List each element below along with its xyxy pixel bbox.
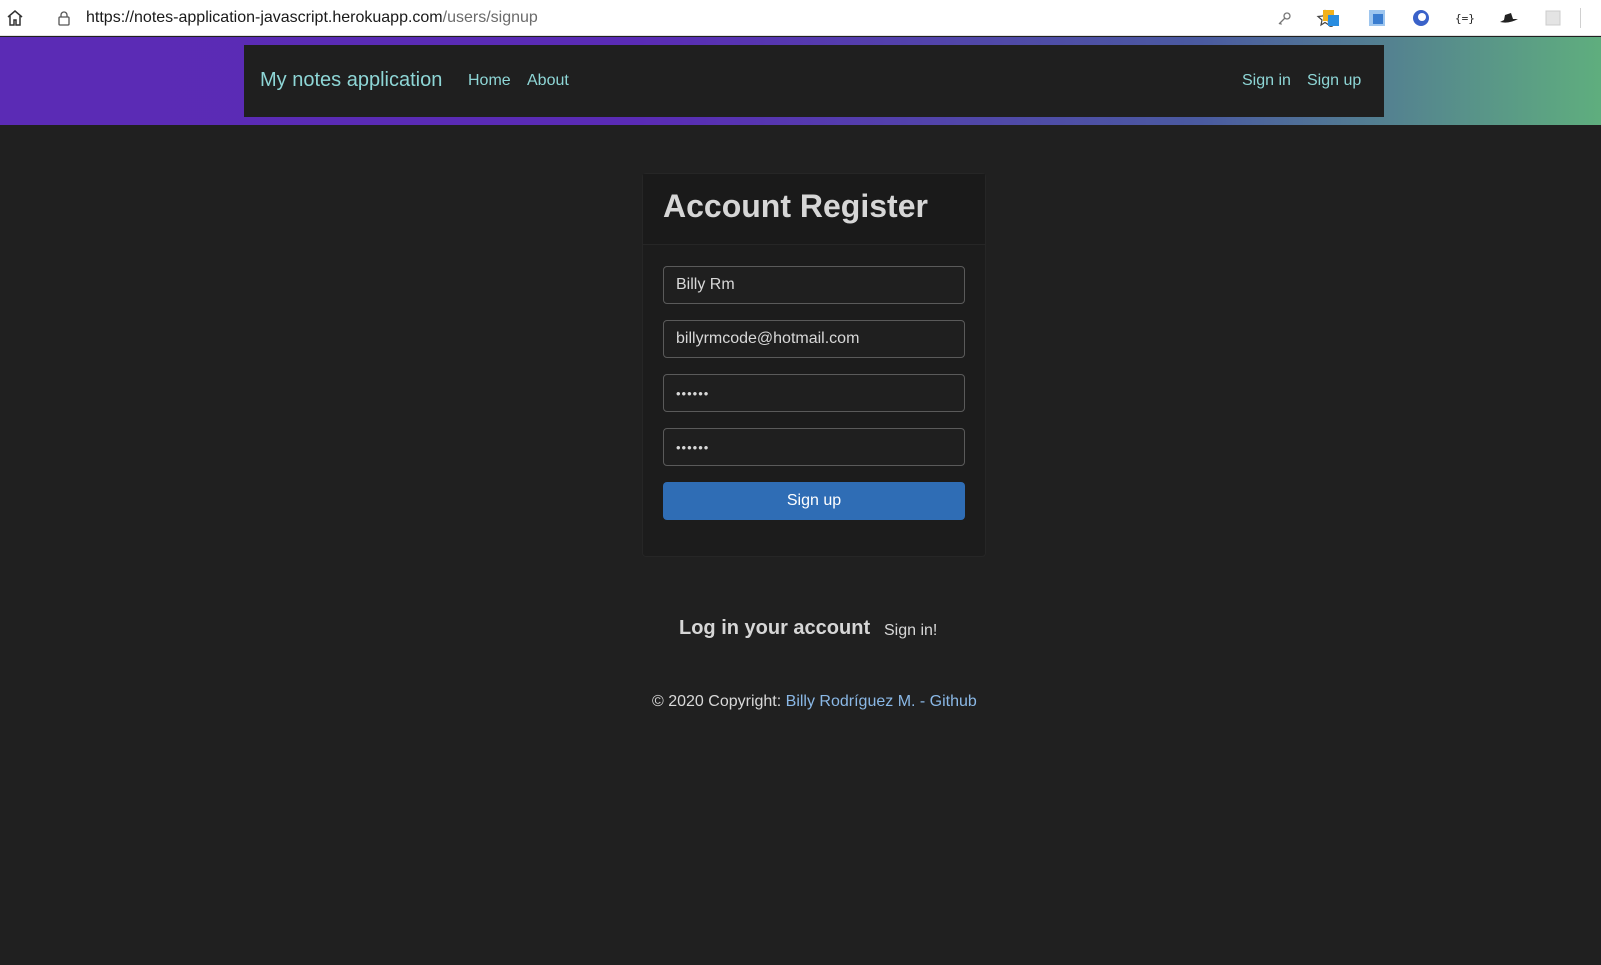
key-icon[interactable]: [1276, 11, 1292, 27]
password-input[interactable]: [663, 374, 965, 412]
url-text: https://notes-application-javascript.her…: [86, 9, 538, 27]
navbar: My notes application Home About Sign in …: [244, 45, 1384, 117]
home-icon[interactable]: [4, 7, 26, 29]
nav-about-link[interactable]: About: [527, 72, 569, 90]
address-bar[interactable]: https://notes-application-javascript.her…: [42, 3, 1334, 33]
nav-signin-link[interactable]: Sign in: [1242, 72, 1291, 90]
footer-author-link[interactable]: Billy Rodríguez M. - Github: [786, 693, 977, 710]
circle-extension-icon[interactable]: [1410, 7, 1432, 29]
svg-text:{=}: {=}: [1455, 12, 1475, 25]
register-title: Account Register: [663, 188, 928, 224]
nav-signup-link[interactable]: Sign up: [1307, 72, 1361, 90]
code-braces-extension-icon[interactable]: {=}: [1454, 7, 1476, 29]
footer: © 2020 Copyright: Billy Rodríguez M. - G…: [652, 693, 977, 711]
toolbar-divider: [1580, 8, 1581, 28]
browser-toolbar: https://notes-application-javascript.her…: [0, 0, 1601, 36]
url-host: https://notes-application-javascript.her…: [86, 9, 443, 26]
email-input[interactable]: [663, 320, 965, 358]
name-input[interactable]: [663, 266, 965, 304]
login-heading: Log in your account: [679, 617, 871, 639]
brand-link[interactable]: My notes application: [260, 69, 442, 92]
signup-button[interactable]: Sign up: [663, 482, 965, 520]
confirm-password-input[interactable]: [663, 428, 965, 466]
translate-extension-icon[interactable]: [1320, 7, 1342, 29]
register-card: Account Register Sign up: [642, 173, 986, 557]
signin-link[interactable]: Sign in!: [884, 622, 937, 640]
lock-icon[interactable]: [56, 10, 72, 26]
puzzle-extension-icon[interactable]: [1542, 7, 1564, 29]
url-path: /users/signup: [442, 9, 538, 26]
nav-home-link[interactable]: Home: [468, 72, 511, 90]
register-card-header: Account Register: [643, 174, 985, 245]
footer-copyright: © 2020 Copyright:: [652, 693, 786, 710]
hat-extension-icon[interactable]: [1498, 7, 1520, 29]
image-translate-extension-icon[interactable]: [1366, 7, 1388, 29]
